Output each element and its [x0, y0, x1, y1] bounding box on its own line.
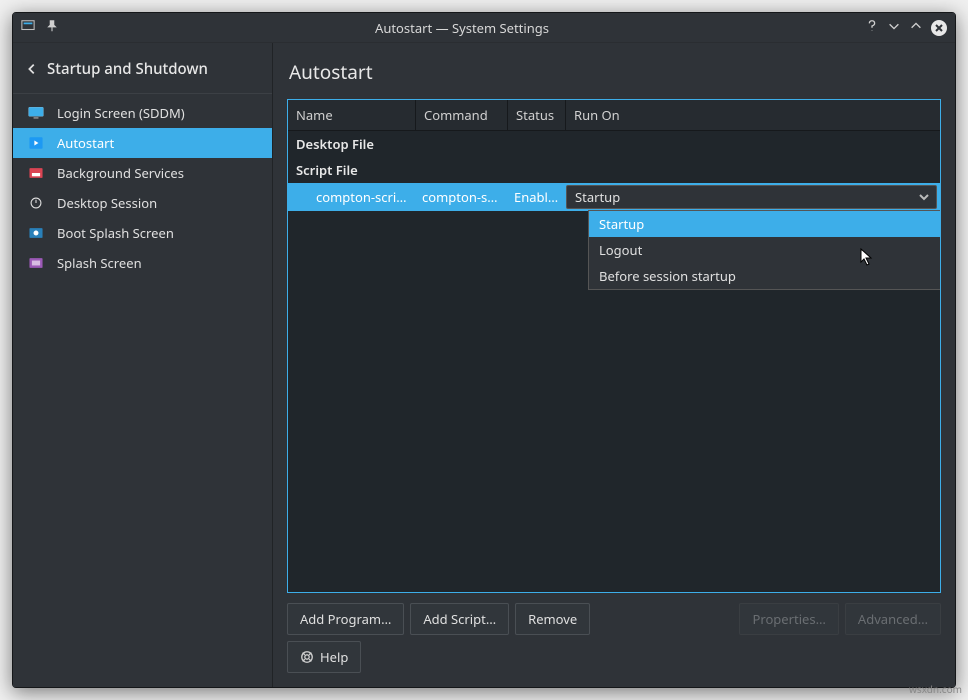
minimize-icon[interactable]: [887, 19, 901, 37]
action-buttons: Add Program… Add Script… Remove Properti…: [287, 593, 941, 635]
sidebar-item-login-screen[interactable]: Login Screen (SDDM): [13, 98, 272, 128]
main-panel: Autostart Name Command Status Run On Des…: [273, 43, 955, 687]
sidebar-item-desktop-session[interactable]: Desktop Session: [13, 188, 272, 218]
power-icon: [25, 195, 47, 211]
runon-dropdown: Startup Logout Before session startup: [588, 210, 941, 290]
properties-button: Properties…: [739, 603, 838, 635]
add-script-button[interactable]: Add Script…: [410, 603, 509, 635]
settings-window: Autostart — System Settings Startup and …: [12, 12, 956, 688]
sidebar-item-background-services[interactable]: Background Services: [13, 158, 272, 188]
sidebar-back[interactable]: Startup and Shutdown: [13, 49, 272, 89]
help-icon[interactable]: [865, 19, 879, 37]
combobox-value: Startup: [575, 188, 620, 206]
column-runon[interactable]: Run On: [566, 100, 940, 130]
cell-status: Enabled: [508, 188, 566, 206]
sidebar-item-label: Background Services: [57, 164, 184, 182]
close-icon[interactable]: [931, 20, 947, 36]
chevron-down-icon: [918, 191, 930, 203]
play-icon: [25, 135, 47, 151]
services-icon: [25, 165, 47, 181]
dropdown-option-startup[interactable]: Startup: [589, 211, 941, 237]
help-label: Help: [320, 648, 348, 666]
app-menu-icon[interactable]: [21, 19, 35, 37]
add-program-button[interactable]: Add Program…: [287, 603, 404, 635]
maximize-icon[interactable]: [909, 19, 923, 37]
table-header: Name Command Status Run On: [288, 100, 940, 131]
monitor-icon: [25, 105, 47, 121]
cell-name: compton-script.sh: [310, 188, 416, 206]
sidebar-header-label: Startup and Shutdown: [47, 59, 208, 79]
table-row[interactable]: compton-script.sh compton-scri… Enabled …: [288, 183, 940, 211]
help-button[interactable]: Help: [287, 641, 361, 673]
page-title: Autostart: [287, 51, 941, 99]
sidebar-item-autostart[interactable]: Autostart: [13, 128, 272, 158]
group-script-file[interactable]: Script File: [288, 157, 940, 183]
titlebar: Autostart — System Settings: [13, 13, 955, 43]
boot-splash-icon: [25, 225, 47, 241]
runon-combobox[interactable]: Startup: [566, 185, 937, 209]
sidebar-item-boot-splash[interactable]: Boot Splash Screen: [13, 218, 272, 248]
splash-icon: [25, 255, 47, 271]
advanced-button: Advanced…: [845, 603, 941, 635]
pin-icon[interactable]: [45, 19, 59, 37]
column-status[interactable]: Status: [508, 100, 566, 130]
sidebar-separator: [13, 93, 272, 94]
cell-command: compton-scri…: [416, 188, 508, 206]
column-command[interactable]: Command: [416, 100, 508, 130]
window-title: Autostart — System Settings: [59, 19, 865, 37]
sidebar: Startup and Shutdown Login Screen (SDDM)…: [13, 43, 273, 687]
sidebar-item-label: Splash Screen: [57, 254, 142, 272]
column-name[interactable]: Name: [288, 100, 416, 130]
group-desktop-file[interactable]: Desktop File: [288, 131, 940, 157]
watermark: wsxdn.com: [909, 682, 962, 696]
dropdown-option-before-session[interactable]: Before session startup: [589, 263, 941, 289]
sidebar-item-label: Autostart: [57, 134, 114, 152]
lifebuoy-icon: [300, 650, 314, 664]
autostart-table: Name Command Status Run On Desktop File …: [287, 99, 941, 593]
dropdown-option-logout[interactable]: Logout: [589, 237, 941, 263]
sidebar-item-splash-screen[interactable]: Splash Screen: [13, 248, 272, 278]
content-area: Startup and Shutdown Login Screen (SDDM)…: [13, 43, 955, 687]
remove-button[interactable]: Remove: [515, 603, 590, 635]
sidebar-item-label: Desktop Session: [57, 194, 157, 212]
sidebar-item-label: Boot Splash Screen: [57, 224, 174, 242]
sidebar-item-label: Login Screen (SDDM): [57, 104, 185, 122]
